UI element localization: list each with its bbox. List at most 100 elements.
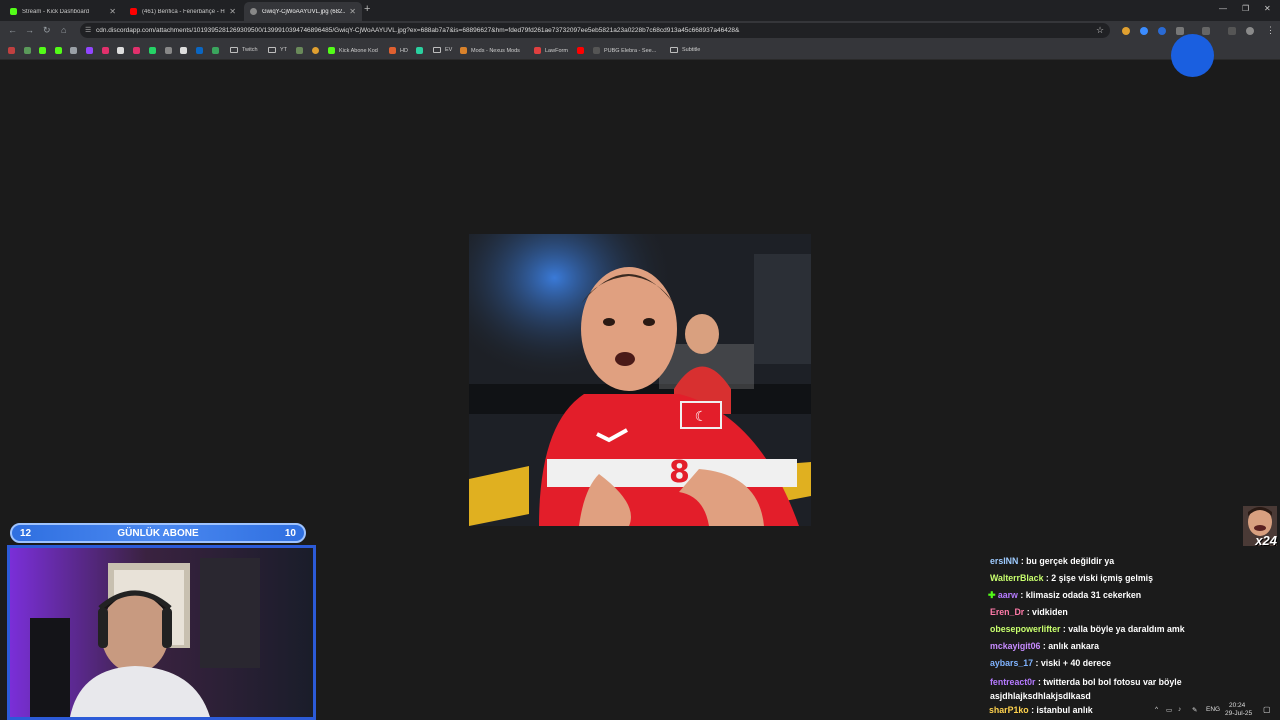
tab-kick-dashboard[interactable]: Stream - Kick Dashboard ✕ bbox=[4, 2, 122, 21]
viewed-image[interactable]: ☾ 8 bbox=[469, 234, 811, 526]
restore-icon[interactable]: ❐ bbox=[1242, 4, 1249, 13]
chat-username: sharP1ko bbox=[989, 705, 1029, 715]
menu-kebab-icon[interactable]: ⋮ bbox=[1266, 25, 1275, 36]
sidepanel-icon[interactable] bbox=[1202, 27, 1210, 35]
folder-icon bbox=[230, 47, 238, 53]
chat-text: : valla böyle ya daraldım amk bbox=[1062, 624, 1185, 634]
chat-message: ✚ aarw : klimasiz odada 31 cekerken bbox=[988, 590, 1141, 601]
bookmark-folder-ev[interactable]: EV bbox=[433, 47, 452, 53]
chat-username: aarw bbox=[997, 590, 1018, 600]
bookmark-hd[interactable]: HD bbox=[389, 47, 408, 54]
display-icon[interactable]: ▭ bbox=[1166, 706, 1172, 714]
chat-message: WalterrBlack : 2 şişe viski içmiş gelmiş bbox=[990, 573, 1153, 583]
downloads-icon[interactable] bbox=[1228, 27, 1236, 35]
close-icon[interactable]: ✕ bbox=[229, 7, 236, 16]
tray-chevron-icon[interactable]: ^ bbox=[1155, 706, 1158, 713]
kick-icon bbox=[10, 8, 17, 15]
extension-icon[interactable] bbox=[1122, 27, 1130, 35]
whatsapp-icon[interactable] bbox=[149, 47, 160, 54]
tab-image[interactable]: GwiqY-CjWoAAYUVL.jpg (682... ✕ bbox=[244, 2, 362, 21]
bookmark-icon-only[interactable] bbox=[102, 47, 113, 54]
close-icon[interactable]: ✕ bbox=[349, 7, 356, 16]
folder-icon bbox=[433, 47, 441, 53]
extension-icon[interactable] bbox=[1140, 27, 1148, 35]
bookmark-icon-only[interactable] bbox=[24, 47, 35, 54]
bookmarks-bar: Twitch YT Kick Abone Kod HD EV Mods - Ne… bbox=[0, 41, 1280, 60]
bookmark-icon-only[interactable] bbox=[39, 47, 50, 54]
chat-username: fentreact0r bbox=[990, 677, 1036, 687]
clock-date[interactable]: 29-Jul-25 bbox=[1225, 710, 1252, 717]
bookmark-kick-abone-kod[interactable]: Kick Abone Kod bbox=[328, 47, 378, 54]
linkedin-icon[interactable] bbox=[196, 47, 207, 54]
chat-username: ersINN bbox=[990, 556, 1019, 566]
extensions-puzzle-icon[interactable] bbox=[1176, 27, 1184, 35]
subgoal-target: 10 bbox=[284, 527, 296, 539]
bookmark-icon-only[interactable] bbox=[577, 47, 588, 54]
url-text: cdn.discordapp.com/attachments/101939528… bbox=[96, 27, 740, 34]
bookmark-icon-only[interactable] bbox=[312, 47, 323, 54]
bookmark-icon-only[interactable] bbox=[8, 47, 19, 54]
bookmark-icon-only[interactable] bbox=[296, 47, 307, 54]
new-tab-button[interactable]: + bbox=[364, 3, 370, 15]
chat-username: Eren_Dr bbox=[990, 607, 1025, 617]
tab-title: (461) Benfica - Fenerbahçe - Hi... bbox=[142, 8, 226, 15]
reload-icon[interactable]: ↻ bbox=[43, 25, 51, 36]
home-icon[interactable]: ⌂ bbox=[61, 25, 66, 35]
folder-icon bbox=[268, 47, 276, 53]
folder-icon bbox=[670, 47, 678, 53]
chat-text: : vidkiden bbox=[1026, 607, 1068, 617]
chat-username: mckayigit06 bbox=[990, 641, 1041, 651]
bookmark-icon-only[interactable] bbox=[86, 47, 97, 54]
forward-icon[interactable]: → bbox=[25, 25, 34, 35]
profile-avatar[interactable] bbox=[1246, 27, 1254, 35]
chat-emote-overlay: x24 bbox=[1243, 506, 1277, 548]
chat-message: fentreact0r : twitterda bol bol fotosu v… bbox=[990, 675, 1205, 703]
volume-icon[interactable]: ♪ bbox=[1178, 706, 1181, 713]
bookmark-icon-only[interactable] bbox=[416, 47, 427, 54]
chat-message: sharP1ko : istanbul anlık bbox=[989, 705, 1093, 715]
back-icon[interactable]: ← bbox=[8, 25, 17, 35]
bookmark-folder-subtitle[interactable]: Subtitle bbox=[670, 47, 700, 53]
chat-username: aybars_17 bbox=[990, 658, 1034, 668]
emote-count: x24 bbox=[1255, 533, 1277, 548]
bookmark-lawform[interactable]: LawForm bbox=[534, 47, 568, 54]
minimize-icon[interactable]: — bbox=[1219, 4, 1227, 13]
tab-title: GwiqY-CjWoAAYUVL.jpg (682... bbox=[262, 8, 346, 15]
webcam-illustration bbox=[10, 548, 313, 717]
bookmark-folder-yt[interactable]: YT bbox=[268, 47, 287, 53]
bookmark-icon-only[interactable] bbox=[165, 47, 176, 54]
chat-message: Eren_Dr : vidkiden bbox=[990, 607, 1068, 617]
bookmark-icon-only[interactable] bbox=[212, 47, 223, 54]
chat-username: obesepowerlifter bbox=[990, 624, 1061, 634]
pen-icon[interactable]: ✎ bbox=[1192, 706, 1197, 714]
close-icon[interactable]: ✕ bbox=[109, 7, 116, 16]
tab-bar: Stream - Kick Dashboard ✕ (461) Benfica … bbox=[0, 0, 1280, 21]
webcam-overlay bbox=[7, 545, 316, 720]
chat-message: obesepowerlifter : valla böyle ya darald… bbox=[990, 624, 1185, 634]
bookmark-icon-only[interactable] bbox=[133, 47, 144, 54]
tab-youtube[interactable]: (461) Benfica - Fenerbahçe - Hi... ✕ bbox=[124, 2, 242, 21]
photo-illustration: ☾ 8 bbox=[469, 234, 811, 526]
subgoal-label: GÜNLÜK ABONE bbox=[117, 527, 199, 539]
bookmark-icon-only[interactable] bbox=[180, 47, 191, 54]
language-indicator[interactable]: ENG bbox=[1206, 706, 1220, 713]
youtube-icon bbox=[130, 8, 137, 15]
address-bar[interactable]: ☰ cdn.discordapp.com/attachments/1019395… bbox=[80, 23, 1110, 38]
clock-time[interactable]: 20:24 bbox=[1229, 702, 1245, 709]
chat-message: mckayigit06 : anlık ankara bbox=[990, 641, 1099, 651]
chat-text: : istanbul anlık bbox=[1031, 705, 1093, 715]
bookmark-icon-only[interactable] bbox=[55, 47, 66, 54]
bookmark-folder-twitch[interactable]: Twitch bbox=[230, 47, 258, 53]
bookmark-nexus-mods[interactable]: Mods - Nexus Mods bbox=[460, 47, 520, 54]
svg-text:8: 8 bbox=[669, 455, 690, 490]
bookmark-icon-only[interactable] bbox=[70, 47, 81, 54]
x-icon[interactable] bbox=[117, 47, 128, 54]
extension-icon[interactable] bbox=[1158, 27, 1166, 35]
chat-text: : viski + 40 derece bbox=[1035, 658, 1112, 668]
notification-icon[interactable]: ▢ bbox=[1263, 705, 1271, 714]
bookmark-pubg[interactable]: PUBG Elebra - See... bbox=[593, 47, 656, 54]
close-window-icon[interactable]: ✕ bbox=[1264, 4, 1271, 13]
bookmark-star-icon[interactable]: ☆ bbox=[1096, 25, 1104, 36]
chat-message: ersINN : bu gerçek değildir ya bbox=[990, 556, 1114, 566]
site-info-icon[interactable]: ☰ bbox=[85, 26, 91, 34]
